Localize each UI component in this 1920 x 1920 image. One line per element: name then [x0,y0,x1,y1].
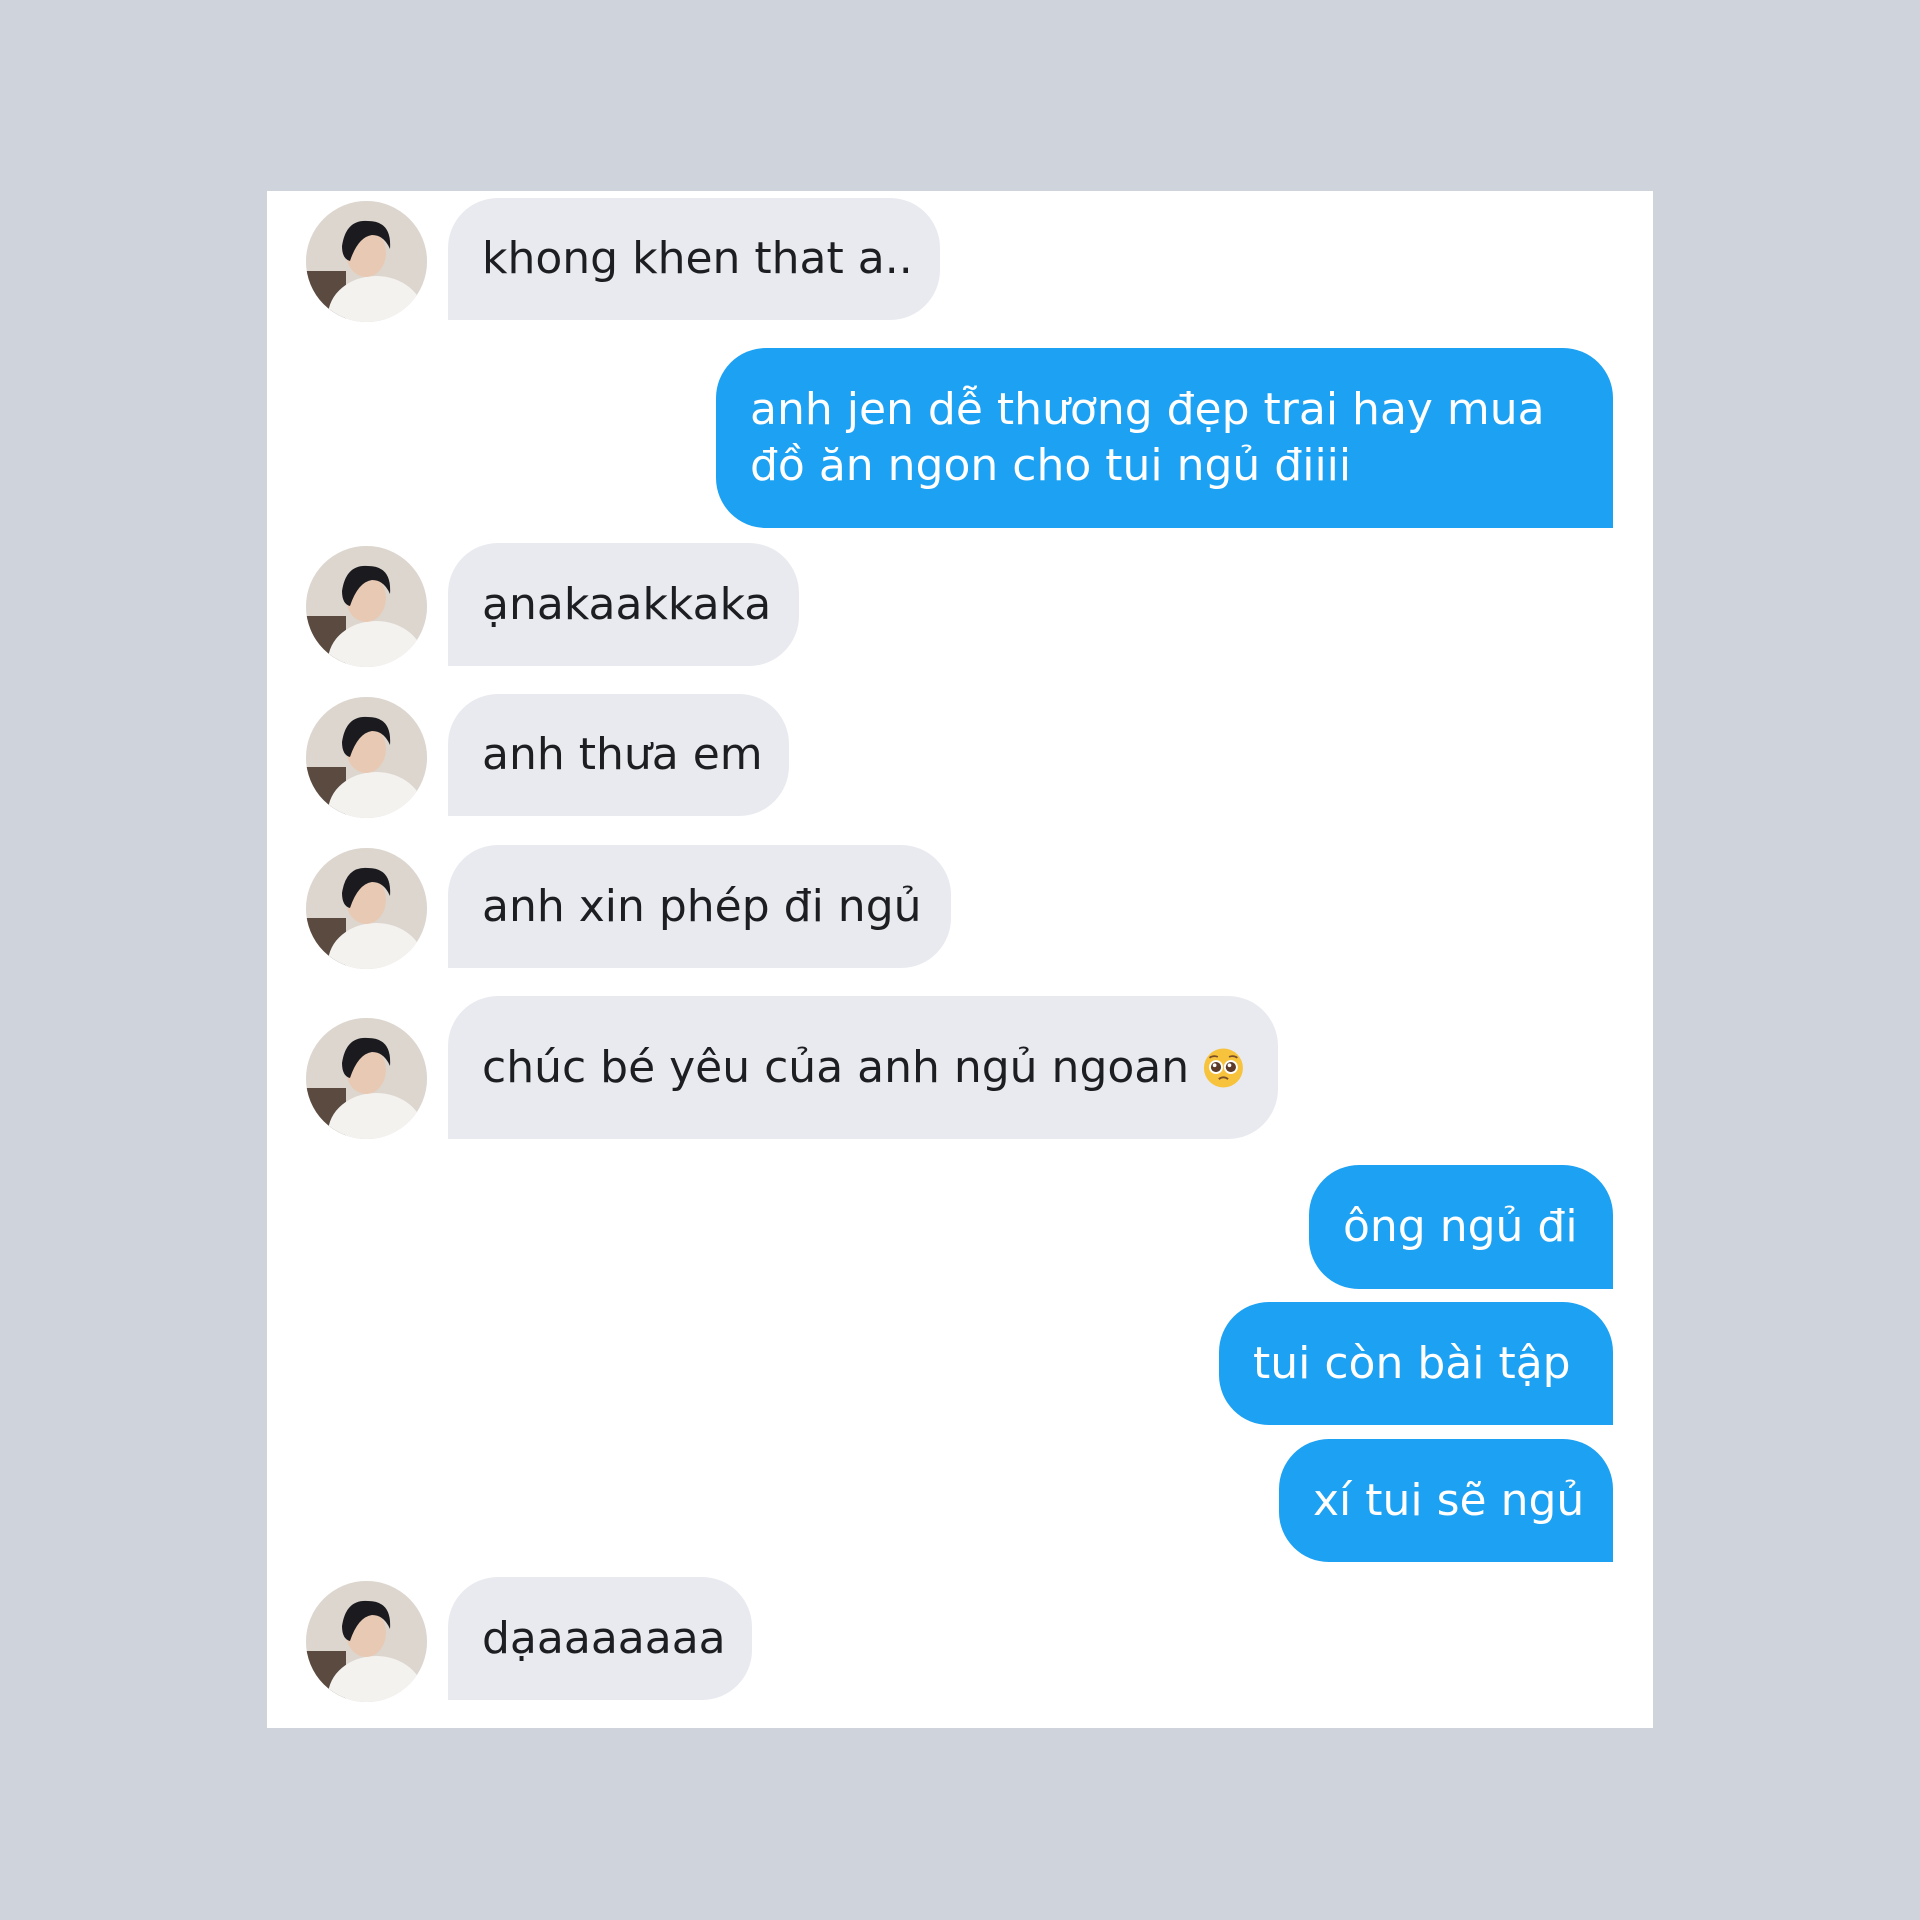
incoming-message-bubble[interactable]: anh thưa em [448,694,789,816]
avatar-photo [306,201,427,322]
message-text: dạaaaaaaa [482,1612,726,1664]
message-text: xí tui sẽ ngủ [1313,1474,1585,1526]
message-text: ông ngủ đi [1343,1201,1578,1252]
outgoing-message-bubble[interactable]: ông ngủ đi [1309,1165,1613,1289]
chat-panel: khong khen that a.. anh jen dễ thương đẹ… [267,191,1653,1728]
incoming-message-bubble[interactable]: ạnakaakkaka [448,543,799,666]
message-text: tui còn bài tập [1253,1337,1571,1389]
message-text: anh thưa em [482,729,763,780]
outgoing-message-bubble[interactable]: xí tui sẽ ngủ [1279,1439,1613,1562]
pleading-face-icon [1204,1047,1244,1088]
avatar-photo [306,697,427,818]
avatar-photo [306,546,427,667]
avatar[interactable] [306,848,427,969]
avatar-photo [306,1581,427,1702]
message-text: anh jen dễ thương đẹp trai hay mua đồ ăn… [750,384,1545,491]
avatar-photo [306,848,427,969]
incoming-message-bubble[interactable]: dạaaaaaaa [448,1577,752,1700]
message-text: khong khen that a.. [482,233,913,284]
message-text: chúc bé yêu của anh ngủ ngoan [482,1041,1190,1093]
incoming-message-bubble[interactable]: anh xin phép đi ngủ [448,845,951,968]
avatar[interactable] [306,546,427,667]
message-text: anh xin phép đi ngủ [482,880,922,932]
incoming-message-bubble[interactable]: chúc bé yêu của anh ngủ ngoan [448,996,1278,1139]
outgoing-message-bubble[interactable]: tui còn bài tập [1219,1302,1613,1425]
avatar[interactable] [306,201,427,322]
avatar[interactable] [306,1018,427,1139]
message-text: ạnakaakkaka [482,578,772,630]
avatar[interactable] [306,697,427,818]
outgoing-message-bubble[interactable]: anh jen dễ thương đẹp trai hay mua đồ ăn… [716,348,1613,528]
avatar[interactable] [306,1581,427,1702]
incoming-message-bubble[interactable]: khong khen that a.. [448,198,940,320]
avatar-photo [306,1018,427,1139]
